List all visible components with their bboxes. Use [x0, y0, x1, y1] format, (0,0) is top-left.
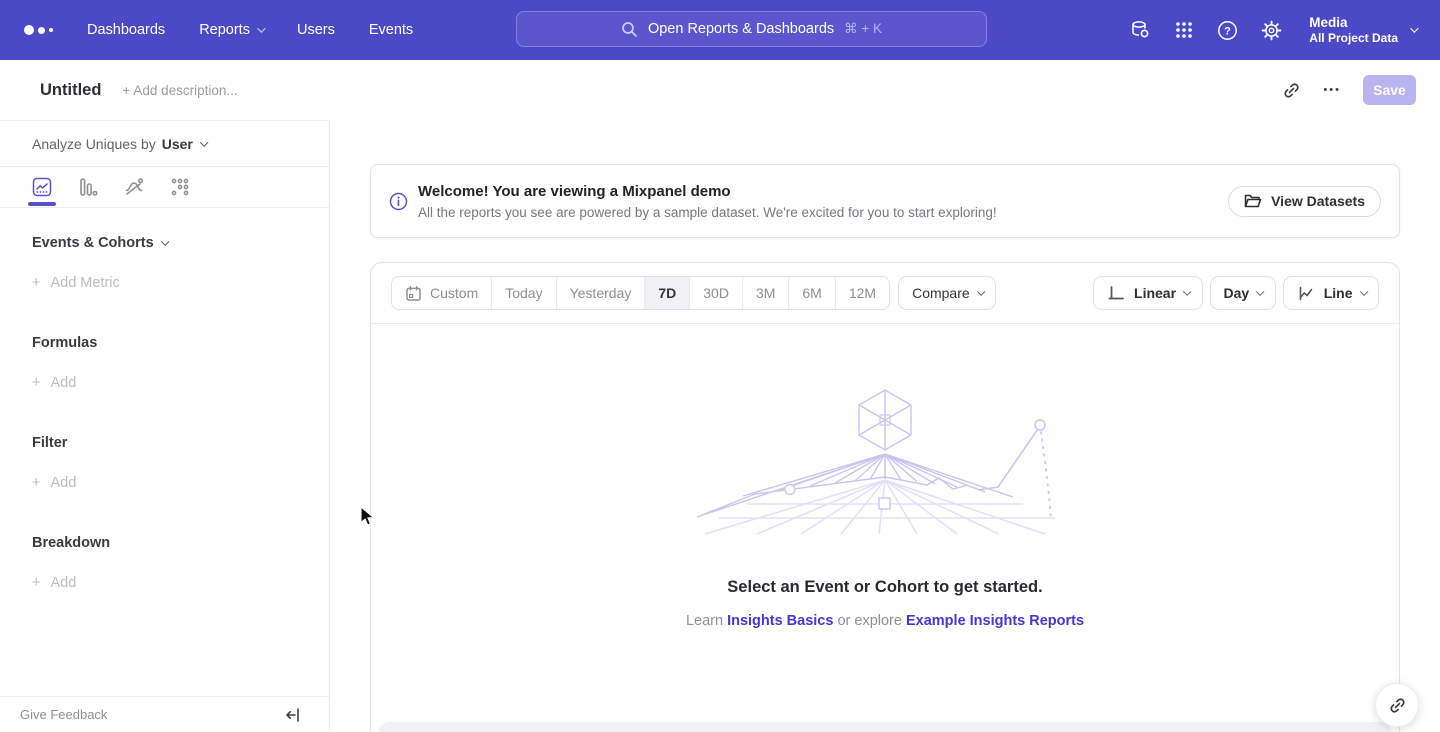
date-range-12m[interactable]: 12M	[835, 277, 889, 309]
primary-nav: Dashboards Reports Users Events	[87, 22, 413, 38]
events-cohorts-section-title[interactable]: Events & Cohorts	[32, 235, 297, 251]
share-link-fab[interactable]	[1375, 683, 1419, 727]
line-chart-icon	[32, 177, 52, 197]
mixpanel-logo-icon[interactable]	[24, 25, 53, 35]
more-menu-button[interactable]: •••	[1323, 84, 1341, 96]
chevron-down-icon	[1410, 24, 1418, 32]
date-range-segmented-control: Custom Today Yesterday 7D 30D 3M 6M 12M	[391, 276, 890, 310]
nav-reports[interactable]: Reports	[199, 22, 263, 38]
calendar-icon	[405, 285, 422, 302]
chevron-down-icon	[161, 238, 169, 246]
plus-icon: +	[32, 475, 40, 491]
project-scope: All Project Data	[1309, 31, 1398, 46]
interval-dropdown[interactable]: Day	[1210, 276, 1276, 310]
collapse-sidebar-icon[interactable]	[285, 707, 301, 723]
insights-chart-card: Custom Today Yesterday 7D 30D 3M 6M 12M …	[370, 262, 1400, 732]
chart-controls: Custom Today Yesterday 7D 30D 3M 6M 12M …	[371, 263, 1399, 324]
view-datasets-button[interactable]: View Datasets	[1228, 186, 1381, 217]
analyze-label: Analyze Uniques by	[32, 136, 156, 152]
nav-users[interactable]: Users	[297, 22, 335, 38]
nav-events[interactable]: Events	[369, 22, 413, 38]
formulas-section-title: Formulas	[32, 335, 297, 351]
date-range-yesterday[interactable]: Yesterday	[556, 277, 645, 309]
results-table-peek	[379, 722, 1391, 732]
banner-title: Welcome! You are viewing a Mixpanel demo	[418, 183, 997, 200]
nav-right-cluster: ? Media All Project Data	[1129, 0, 1416, 60]
chevron-down-icon	[1183, 288, 1191, 296]
chevron-down-icon	[977, 288, 985, 296]
search-icon	[621, 21, 638, 38]
date-range-7d[interactable]: 7D	[644, 277, 689, 309]
empty-state-illustration	[695, 384, 1075, 536]
analyze-entity-dropdown[interactable]: User	[162, 136, 206, 152]
search-shortcut: ⌘ + K	[844, 21, 882, 37]
top-nav: Dashboards Reports Users Events Open Rep…	[0, 0, 1440, 60]
add-formula-button[interactable]: + Add	[32, 375, 297, 391]
date-range-custom[interactable]: Custom	[392, 277, 491, 309]
sidebar-footer: Give Feedback	[0, 696, 329, 732]
main-content: Welcome! You are viewing a Mixpanel demo…	[330, 120, 1440, 732]
svg-text:?: ?	[1224, 25, 1231, 37]
chart-type-dropdown[interactable]: Line	[1283, 276, 1379, 310]
nav-dashboards[interactable]: Dashboards	[87, 22, 165, 38]
bar-chart-icon	[78, 177, 98, 197]
tab-flows[interactable]	[124, 167, 144, 208]
plus-icon: +	[32, 375, 40, 391]
chevron-down-icon	[200, 138, 208, 146]
chevron-down-icon	[257, 24, 265, 32]
breakdown-section-title: Breakdown	[32, 535, 297, 551]
save-button[interactable]: Save	[1363, 75, 1416, 105]
date-range-30d[interactable]: 30D	[689, 277, 742, 309]
flows-icon	[124, 177, 144, 197]
add-metric-button[interactable]: + Add Metric	[32, 275, 297, 291]
link-icon	[1388, 696, 1407, 715]
plus-icon: +	[32, 275, 40, 291]
report-header: Untitled + Add description... ••• Save	[0, 60, 1440, 120]
report-header-actions: ••• Save	[1282, 75, 1416, 105]
insights-basics-link[interactable]: Insights Basics	[727, 613, 833, 629]
global-search-input[interactable]: Open Reports & Dashboards ⌘ + K	[516, 11, 987, 47]
add-filter-button[interactable]: + Add	[32, 475, 297, 491]
give-feedback-link[interactable]: Give Feedback	[20, 707, 107, 722]
help-icon[interactable]: ?	[1217, 20, 1238, 41]
project-name: Media	[1309, 14, 1398, 31]
settings-gear-icon[interactable]	[1261, 20, 1282, 41]
date-range-3m[interactable]: 3M	[742, 277, 788, 309]
analyze-row: Analyze Uniques by User	[0, 121, 329, 167]
example-insights-reports-link[interactable]: Example Insights Reports	[906, 613, 1084, 629]
banner-subtitle: All the reports you see are powered by a…	[418, 205, 997, 220]
empty-state-title: Select an Event or Cohort to get started…	[727, 578, 1042, 597]
report-description-placeholder[interactable]: + Add description...	[122, 83, 237, 98]
compare-dropdown[interactable]: Compare	[898, 276, 996, 310]
copy-link-icon[interactable]	[1282, 81, 1301, 100]
line-chart-icon	[1297, 284, 1315, 302]
date-range-today[interactable]: Today	[491, 277, 555, 309]
data-management-icon[interactable]	[1129, 19, 1151, 41]
plus-icon: +	[32, 575, 40, 591]
tab-retention[interactable]	[170, 167, 190, 208]
info-icon	[389, 192, 408, 211]
query-builder-sidebar: Analyze Uniques by User Events & Cohorts…	[0, 120, 330, 732]
filter-section-title: Filter	[32, 435, 297, 451]
apps-grid-icon[interactable]	[1174, 20, 1194, 40]
dot-grid-icon	[170, 177, 190, 197]
chevron-down-icon	[1256, 288, 1264, 296]
project-selector[interactable]: Media All Project Data	[1309, 14, 1416, 46]
empty-state-subtitle: Learn Insights Basics or explore Example…	[686, 613, 1084, 629]
search-placeholder: Open Reports & Dashboards	[648, 21, 834, 37]
chevron-down-icon	[1360, 288, 1368, 296]
date-range-6m[interactable]: 6M	[788, 277, 834, 309]
chart-empty-state: Select an Event or Cohort to get started…	[371, 324, 1399, 629]
chart-display-controls: Linear Day Line	[1093, 276, 1379, 310]
measurement-tabs	[0, 167, 329, 208]
folder-icon	[1244, 193, 1262, 209]
report-title[interactable]: Untitled	[40, 81, 101, 100]
sidebar-sections: Events & Cohorts + Add Metric Formulas +…	[0, 235, 329, 591]
axis-scale-icon	[1107, 284, 1125, 302]
tab-bar-chart[interactable]	[78, 167, 98, 208]
add-breakdown-button[interactable]: + Add	[32, 575, 297, 591]
demo-welcome-banner: Welcome! You are viewing a Mixpanel demo…	[370, 164, 1400, 238]
tab-insights-linechart[interactable]	[32, 167, 52, 208]
scale-dropdown[interactable]: Linear	[1093, 276, 1203, 310]
